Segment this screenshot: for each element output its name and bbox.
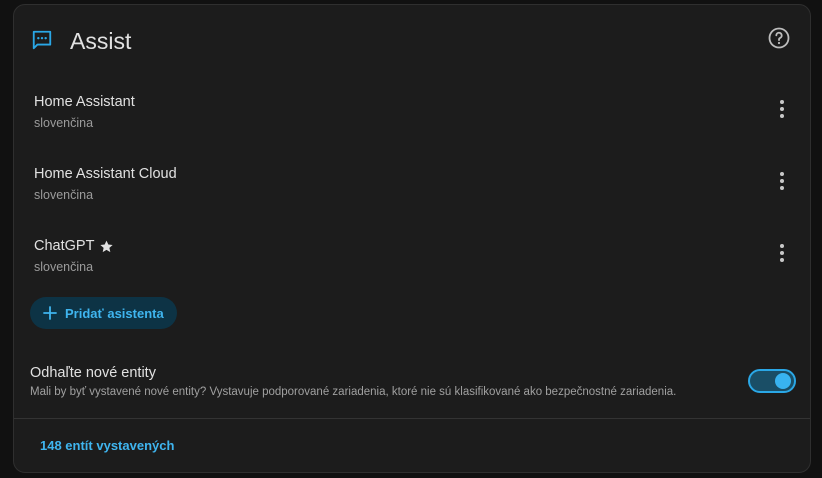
pipeline-name: Home Assistant Cloud	[34, 166, 177, 182]
pipeline-name: ChatGPT	[34, 237, 114, 255]
more-options-icon[interactable]	[770, 169, 794, 193]
pipeline-item-home-assistant-cloud[interactable]: Home Assistant Cloud slovenčina	[14, 165, 810, 225]
more-options-icon[interactable]	[770, 97, 794, 121]
pipeline-item-chatgpt[interactable]: ChatGPT slovenčina	[14, 237, 810, 297]
expose-new-entities-description: Mali by byť vystavené nové entity? Vysta…	[30, 386, 677, 398]
expose-new-entities-title: Odhaľte nové entity	[30, 365, 156, 381]
assist-card: Assist Home Assistant slovenčina Home As…	[13, 4, 811, 473]
more-options-icon[interactable]	[770, 241, 794, 265]
star-icon	[100, 240, 114, 252]
add-assistant-label: Pridať asistenta	[65, 305, 164, 321]
help-circle-icon[interactable]	[767, 26, 791, 50]
pipeline-language: slovenčina	[34, 260, 94, 274]
card-divider	[14, 418, 810, 419]
card-header: Assist	[14, 5, 810, 77]
page-title: Assist	[70, 28, 132, 54]
pipeline-language: slovenčina	[34, 116, 94, 130]
pipeline-item-home-assistant[interactable]: Home Assistant slovenčina	[14, 93, 810, 153]
plus-icon	[43, 306, 57, 320]
chat-bubble-icon	[32, 30, 52, 50]
toggle-knob	[775, 373, 791, 389]
pipeline-name: Home Assistant	[34, 94, 135, 110]
expose-new-entities-toggle[interactable]	[748, 369, 796, 393]
exposed-entities-link[interactable]: 148 entít vystavených	[40, 437, 174, 455]
pipeline-language: slovenčina	[34, 188, 94, 202]
add-assistant-button[interactable]: Pridať asistenta	[30, 297, 177, 329]
